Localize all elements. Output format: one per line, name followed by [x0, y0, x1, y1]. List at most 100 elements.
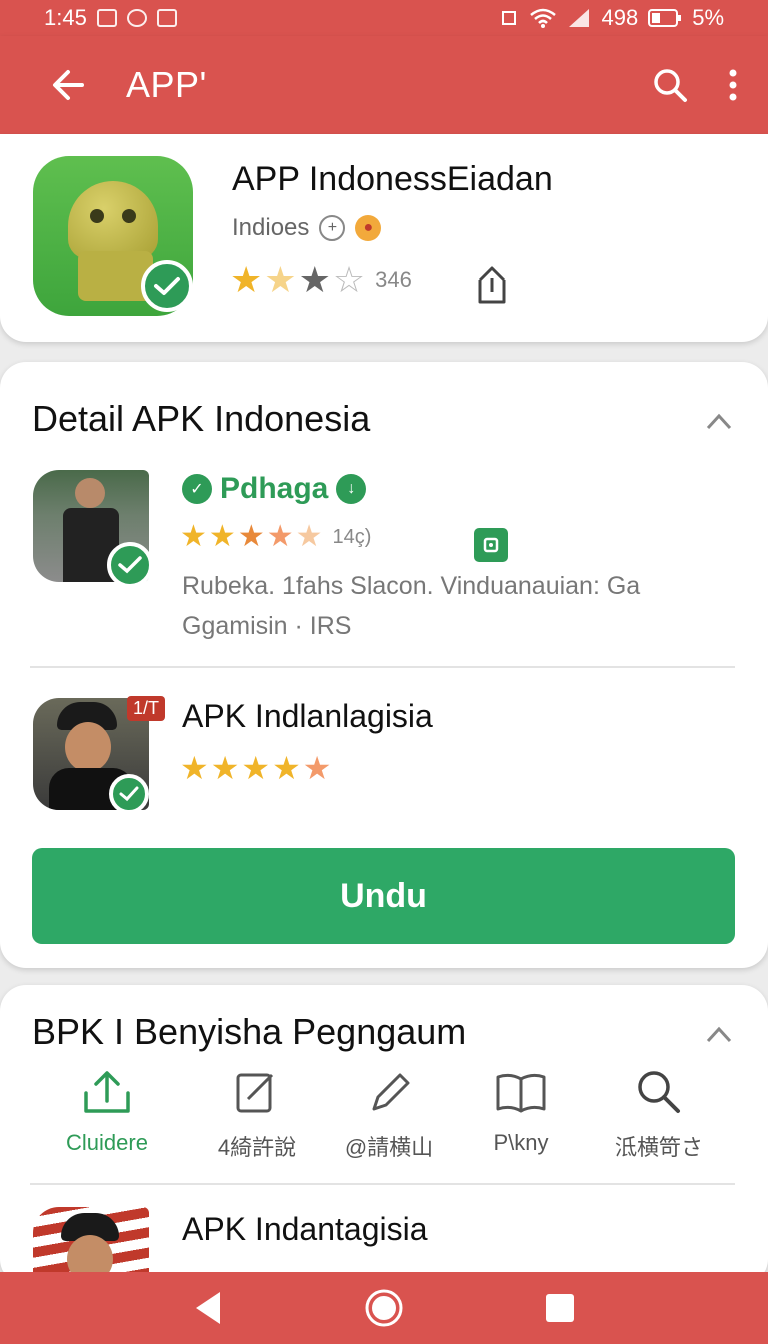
star-full-icon: ★ [180, 520, 207, 553]
item-1-desc-line-1: Rubeka. 1fahs Slacon. Vinduanauian: Ga [182, 572, 641, 600]
star-half-icon: ★ [264, 259, 297, 300]
action-search[interactable]: 泜横笴さ [584, 1069, 734, 1162]
verified-check-icon [109, 774, 149, 814]
app-rating-stars: ★ ★ ★ ☆ [230, 262, 365, 298]
item-1-rating-row: ★ ★ ★ ★ ★ 14ç) [180, 522, 371, 552]
star-full-icon: ★ [208, 520, 236, 553]
item-1-title-row[interactable]: ✓ Pdhaga ↓ [182, 472, 367, 506]
divider [30, 666, 735, 668]
star-full-icon: ★ [210, 750, 240, 786]
nav-back-button[interactable] [178, 1278, 238, 1338]
item-2-title[interactable]: APK Indlanlagisia [182, 698, 433, 735]
nav-home-button[interactable] [354, 1278, 414, 1338]
action-label: 4綺許說 [217, 1135, 297, 1160]
item-1-stars: ★ ★ ★ ★ ★ [180, 522, 323, 552]
emoji-badge-icon: ● [355, 215, 382, 241]
item-3-title[interactable]: APK Indantagisia [182, 1211, 428, 1248]
search-button[interactable] [652, 67, 688, 103]
bpk-card: BPK I Benyisha Pegngaum Cluidere 4綺許說 @請… [0, 985, 768, 1285]
star-light-icon: ★ [295, 520, 323, 553]
sync-icon [126, 9, 147, 27]
developer-row: Indioes + ● [232, 214, 382, 242]
triangle-back-icon [196, 1292, 220, 1324]
pen-icon [372, 1073, 410, 1111]
star-full-icon: ★ [241, 750, 271, 786]
nav-recents-button[interactable] [530, 1278, 590, 1338]
info-badge-icon: + [319, 215, 346, 241]
gallery-icon [96, 9, 117, 27]
detail-section-title: Detail APK Indonesia [32, 398, 371, 439]
star-full-icon: ★ [302, 750, 332, 786]
star-dark-icon: ★ [298, 259, 331, 300]
app-rating-row: ★ ★ ★ ☆ 346 [230, 262, 412, 298]
vibrate-icon [502, 11, 517, 25]
star-full-icon: ★ [180, 750, 209, 786]
share-button[interactable] [472, 264, 512, 313]
detail-card: Detail APK Indonesia ✓ Pdhaga ↓ ★ ★ ★ ★ … [0, 362, 768, 968]
action-edit-note[interactable]: 4綺許說 [182, 1069, 332, 1162]
wifi-icon [530, 8, 557, 28]
battery-percent: 5% [692, 5, 724, 30]
verified-check-icon: ✓ [182, 474, 212, 504]
item-thumbnail-3[interactable] [33, 1207, 149, 1277]
chevron-up-icon[interactable] [706, 1021, 732, 1047]
verified-check-icon [141, 260, 193, 312]
more-menu-button[interactable] [728, 67, 738, 103]
action-book[interactable]: P\kny [446, 1069, 596, 1156]
bpk-section-title: BPK I Benyisha Pegngaum [32, 1011, 467, 1052]
item-2-badge: 1/T [127, 696, 166, 721]
person-head-shape [75, 478, 105, 508]
item-2-stars: ★ ★ ★ ★ ★ [180, 752, 331, 784]
app-icon[interactable] [33, 156, 193, 316]
star-full-icon: ★ [230, 259, 263, 300]
square-recents-icon [546, 1294, 574, 1322]
action-label: 泜横笴さ [614, 1135, 703, 1160]
person-head-shape [65, 722, 111, 772]
search-icon [638, 1071, 680, 1113]
status-time: 1:45 [44, 5, 87, 30]
action-pen[interactable]: @請横山 [314, 1069, 464, 1162]
notification-icon [156, 9, 177, 27]
item-1-rating-count: 14ç) [332, 525, 372, 548]
star-half-icon: ★ [237, 520, 265, 553]
edit-note-icon [236, 1073, 274, 1113]
search-icon [654, 69, 687, 102]
item-1-desc-line-2: Ggamisin · IRS [182, 612, 352, 640]
developer-name[interactable]: Indioes [232, 214, 309, 242]
person-head-shape [67, 1235, 113, 1277]
verified-check-icon [107, 542, 153, 588]
action-share[interactable]: Cluidere [32, 1069, 182, 1156]
app-bar: APP' [0, 36, 768, 134]
item-1-title: Pdhaga [220, 472, 329, 505]
arrow-left-icon [53, 70, 84, 100]
share-icon [478, 266, 506, 304]
item-thumbnail-1[interactable] [33, 470, 153, 588]
action-label: Cluidere [66, 1130, 148, 1155]
more-vert-icon [729, 69, 737, 101]
star-partial-icon: ★ [266, 520, 294, 553]
back-button[interactable] [50, 67, 86, 103]
battery-text: 498 [601, 5, 639, 30]
app-store-icon[interactable] [474, 528, 508, 562]
chevron-up-icon[interactable] [706, 408, 732, 434]
download-button[interactable]: Undu [32, 848, 735, 944]
item-thumbnail-2[interactable]: 1/T [33, 696, 166, 814]
action-label: @請横山 [344, 1135, 434, 1160]
robot-eye-right [122, 209, 136, 223]
download-circle-icon: ↓ [336, 474, 367, 504]
star-full-icon: ★ [272, 750, 301, 786]
divider [30, 1183, 735, 1185]
robot-head-shape [68, 181, 158, 259]
app-name: APP IndonessEiadan [232, 160, 553, 198]
signal-icon [569, 9, 590, 27]
book-icon [496, 1073, 546, 1113]
circle-home-icon [365, 1289, 403, 1327]
app-bar-title: APP' [126, 64, 207, 105]
share-upload-icon [84, 1071, 130, 1113]
robot-eye-left [90, 209, 104, 223]
app-rating-count: 346 [375, 267, 412, 292]
status-bar: 1:45 498 5% [0, 0, 768, 36]
battery-icon [648, 9, 682, 27]
action-label: P\kny [493, 1130, 549, 1155]
star-empty-icon: ☆ [332, 259, 366, 300]
